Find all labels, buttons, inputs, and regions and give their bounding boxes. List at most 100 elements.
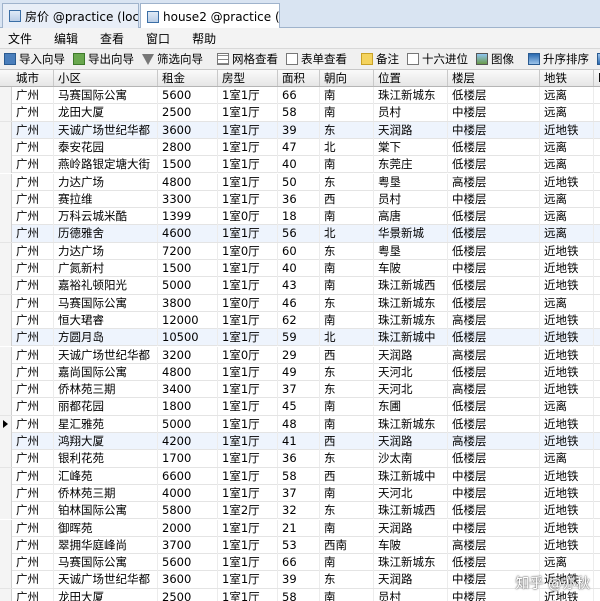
table-cell[interactable]: 近地铁 — [540, 415, 594, 433]
table-cell[interactable]: 泰安花园 — [54, 138, 158, 156]
table-cell[interactable]: 珠江新城西 — [374, 502, 448, 520]
row-selector[interactable] — [0, 554, 12, 572]
table-row[interactable]: 广州 赛拉维 3300 1室1厅 36 西员村 中楼层 远离 — [0, 190, 600, 209]
table-cell[interactable]: 1室1厅 — [218, 104, 278, 122]
table-cell[interactable]: 1室1厅 — [218, 173, 278, 191]
table-cell[interactable]: 1399 — [158, 208, 218, 226]
table-cell[interactable]: 南 — [320, 104, 374, 122]
table-cell[interactable]: 广州 — [12, 467, 54, 485]
table-cell[interactable]: 东 — [320, 242, 374, 260]
table-cell[interactable]: 1室1厅 — [218, 588, 278, 601]
table-cell[interactable]: 天河北 — [374, 484, 448, 502]
table-cell[interactable]: 东 — [320, 450, 374, 468]
table-cell[interactable]: 御晖苑 — [54, 519, 158, 537]
table-row[interactable]: 广州 嘉尚国际公寓 4800 1室1厅 49 东天河北 低楼层 近地铁 — [0, 363, 600, 382]
table-cell[interactable]: 3300 — [158, 190, 218, 208]
row-selector[interactable] — [0, 484, 12, 502]
table-cell[interactable]: 58 — [278, 588, 320, 601]
filter-button[interactable]: 筛选向导 — [138, 51, 207, 67]
table-cell[interactable]: 低楼层 — [448, 87, 540, 104]
table-cell[interactable]: 广州 — [12, 225, 54, 243]
hex-button[interactable]: 十六进位 — [403, 51, 472, 67]
row-selector[interactable] — [0, 346, 12, 364]
table-cell[interactable]: 5600 — [158, 554, 218, 572]
table-cell[interactable]: 广州 — [12, 277, 54, 295]
column-header[interactable]: 地铁 — [540, 70, 594, 86]
table-cell[interactable]: 低楼层 — [448, 502, 540, 520]
table-cell[interactable]: 鸿翔大厦 — [54, 433, 158, 450]
table-cell[interactable]: 龙田大厦 — [54, 588, 158, 601]
table-cell[interactable]: 4000 — [158, 484, 218, 502]
table-cell[interactable]: 广州 — [12, 242, 54, 260]
table-cell[interactable]: 58 — [278, 104, 320, 122]
table-cell[interactable]: 4800 — [158, 363, 218, 381]
table-cell[interactable]: 39 — [278, 121, 320, 139]
table-cell[interactable]: 近地铁 — [540, 467, 594, 485]
table-cell[interactable]: 18 — [278, 208, 320, 226]
table-cell[interactable]: 3400 — [158, 381, 218, 399]
table-cell[interactable]: 翠拥华庭峰尚 — [54, 536, 158, 554]
column-header[interactable]: 租金 — [158, 70, 218, 86]
table-cell[interactable]: 1室0厅 — [218, 346, 278, 364]
table-cell[interactable]: 中楼层 — [448, 519, 540, 537]
table-cell[interactable]: 4600 — [158, 225, 218, 243]
table-cell[interactable]: 东 — [320, 294, 374, 312]
row-selector[interactable] — [0, 277, 12, 295]
table-cell[interactable]: 广州 — [12, 329, 54, 347]
table-cell[interactable]: 高唐 — [374, 208, 448, 226]
table-cell[interactable]: 员村 — [374, 104, 448, 122]
table-cell[interactable]: 29 — [278, 346, 320, 364]
table-row[interactable]: 广州 泰安花园 2800 1室1厅 47 北棠下 低楼层 远离 — [0, 138, 600, 157]
table-cell[interactable]: 远离 — [540, 208, 594, 226]
table-cell[interactable]: 5000 — [158, 415, 218, 433]
table-cell[interactable]: 62 — [278, 311, 320, 329]
table-cell[interactable]: 近地铁 — [540, 242, 594, 260]
table-cell[interactable]: 广州 — [12, 121, 54, 139]
table-cell[interactable]: 丽都花园 — [54, 398, 158, 416]
row-selector[interactable] — [0, 381, 12, 399]
table-cell[interactable]: 西南 — [320, 536, 374, 554]
table-cell[interactable]: 广州 — [12, 381, 54, 399]
table-cell[interactable]: 南 — [320, 208, 374, 226]
table-cell[interactable]: 2500 — [158, 104, 218, 122]
table-row[interactable]: 广州 天诚广场世纪华都 3200 1室0厅 29 西天润路 高楼层 近地铁 — [0, 346, 600, 364]
table-cell[interactable]: 1室1厅 — [218, 329, 278, 347]
table-cell[interactable]: 40 — [278, 260, 320, 277]
table-cell[interactable]: 1室1厅 — [218, 363, 278, 381]
table-cell[interactable]: 龙田大厦 — [54, 104, 158, 122]
table-cell[interactable]: 东 — [320, 571, 374, 589]
table-cell[interactable]: 广州 — [12, 571, 54, 589]
table-cell[interactable]: 近地铁 — [540, 381, 594, 399]
table-cell[interactable]: 1500 — [158, 156, 218, 174]
table-cell[interactable]: 南 — [320, 277, 374, 295]
table-cell[interactable]: 南 — [320, 415, 374, 433]
table-cell[interactable]: 天河北 — [374, 381, 448, 399]
table-cell[interactable]: 3800 — [158, 294, 218, 312]
table-cell[interactable]: 中楼层 — [448, 484, 540, 502]
table-cell[interactable]: 广州 — [12, 138, 54, 156]
column-header[interactable]: 位置 — [374, 70, 448, 86]
table-row[interactable]: 广州 马赛国际公寓 5600 1室1厅 66 南珠江新城东 低楼层 远离 — [0, 554, 600, 572]
table-cell[interactable]: 41 — [278, 433, 320, 450]
table-cell[interactable]: 东 — [320, 381, 374, 399]
row-selector[interactable] — [0, 433, 12, 450]
table-cell[interactable]: 高楼层 — [448, 433, 540, 450]
import-button[interactable]: 导入向导 — [0, 51, 69, 67]
table-cell[interactable]: 1室1厅 — [218, 260, 278, 277]
row-selector[interactable] — [0, 190, 12, 208]
menu-item[interactable]: 编辑 — [54, 30, 78, 47]
table-cell[interactable]: 力达广场 — [54, 242, 158, 260]
table-cell[interactable]: 南 — [320, 554, 374, 572]
row-selector[interactable] — [0, 87, 12, 104]
table-cell[interactable]: 中楼层 — [448, 467, 540, 485]
form-view-button[interactable]: 表单查看 — [282, 51, 351, 67]
table-cell[interactable]: 40 — [278, 156, 320, 174]
column-header[interactable]: 小区 — [54, 70, 158, 86]
table-cell[interactable]: 万科云城米酷 — [54, 208, 158, 226]
table-cell[interactable]: 侨林苑三期 — [54, 381, 158, 399]
table-cell[interactable]: 低楼层 — [448, 225, 540, 243]
table-cell[interactable]: 远离 — [540, 104, 594, 122]
table-cell[interactable]: 嘉裕礼顿阳光 — [54, 277, 158, 295]
table-cell[interactable]: 66 — [278, 87, 320, 104]
row-selector[interactable] — [0, 536, 12, 554]
